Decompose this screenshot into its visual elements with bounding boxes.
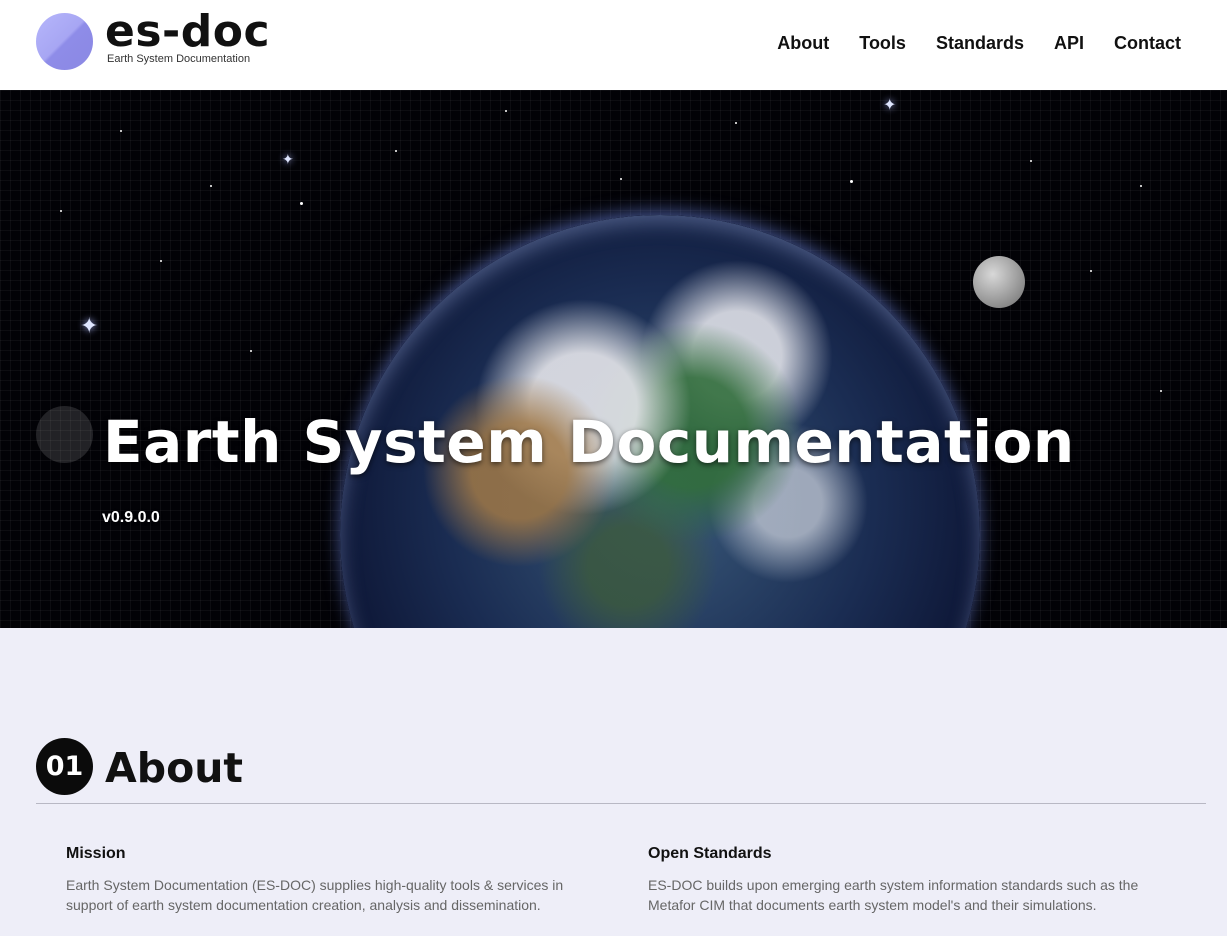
star	[505, 110, 507, 112]
nav-about[interactable]: About	[777, 33, 829, 54]
open-standards-text: ES-DOC builds upon emerging earth system…	[648, 877, 1139, 913]
star	[620, 178, 622, 180]
logo-title: es-doc	[105, 6, 271, 57]
mission-text: Earth System Documentation (ES-DOC) supp…	[66, 877, 564, 913]
section-divider	[36, 803, 1206, 804]
mission-column: Mission Earth System Documentation (ES-D…	[66, 845, 606, 915]
open-standards-heading: Open Standards	[648, 845, 772, 862]
about-section-header: 01 About	[36, 738, 1206, 796]
star	[300, 202, 303, 205]
nav-tools[interactable]: Tools	[859, 33, 906, 54]
star	[60, 210, 62, 212]
logo-circle-icon	[36, 13, 93, 70]
nav-standards[interactable]: Standards	[936, 33, 1024, 54]
nav-api[interactable]: API	[1054, 33, 1084, 54]
sparkle-star-icon: ✦	[883, 97, 897, 114]
star	[1090, 270, 1092, 272]
logo-subtitle: Earth System Documentation	[107, 53, 251, 65]
star	[120, 130, 122, 132]
star	[395, 150, 397, 152]
open-standards-column: Open Standards ES-DOC builds upon emergi…	[648, 845, 1188, 915]
star	[160, 260, 162, 262]
star	[210, 185, 212, 187]
version-label: v0.9.0.0	[102, 509, 160, 526]
sparkle-star-icon: ✦	[80, 313, 99, 338]
star	[1140, 185, 1142, 187]
star	[1160, 390, 1162, 392]
logo-link[interactable]: es-doc Earth System Documentation	[36, 7, 276, 73]
star	[735, 122, 737, 124]
star	[850, 180, 853, 183]
star	[250, 350, 252, 352]
decorative-orb	[36, 406, 93, 463]
section-number-badge: 01	[36, 738, 93, 795]
section-title: About	[105, 744, 244, 792]
mission-heading: Mission	[66, 845, 126, 862]
hero-banner: ✦ ✦ ✦ Earth System Documentation v0.9.0.…	[0, 90, 1227, 628]
site-header: es-doc Earth System Documentation About …	[0, 0, 1227, 90]
star	[1030, 160, 1032, 162]
moon-image	[973, 256, 1025, 308]
hero-title: Earth System Documentation	[103, 408, 1075, 476]
main-nav: About Tools Standards API Contact	[777, 33, 1181, 54]
nav-contact[interactable]: Contact	[1114, 33, 1181, 54]
sparkle-star-icon: ✦	[282, 151, 294, 167]
